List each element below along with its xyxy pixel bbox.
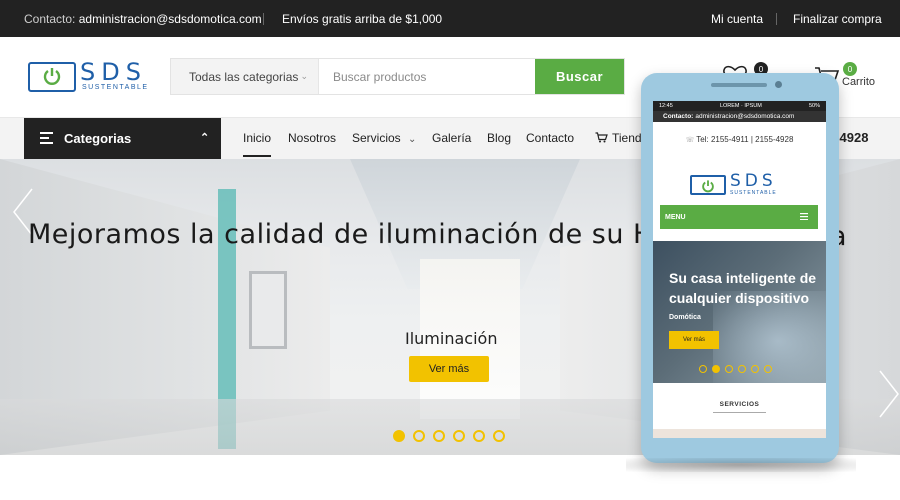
phone-mockup: 12:45 LOREM · IPSUM 50% Contacto: admini…	[626, 73, 856, 472]
slider-dot[interactable]	[453, 430, 465, 442]
nav-item-inicio[interactable]: Inicio	[243, 131, 272, 157]
mobile-slider-dots	[699, 365, 772, 373]
mobile-ver-mas-button[interactable]: Ver más	[669, 331, 719, 349]
category-select-value: Todas las categorias	[189, 69, 299, 84]
power-icon	[702, 180, 714, 193]
slider-dot[interactable]	[764, 365, 772, 373]
phone-shadow	[626, 458, 856, 472]
site-logo[interactable]: SDS SUSTENTABLE	[28, 58, 149, 94]
mobile-contact-bar: Contacto: administracion@sdsdomotica.com	[653, 111, 826, 122]
mobile-hero: Su casa inteligente de cualquier disposi…	[653, 241, 826, 383]
hero-background	[249, 271, 287, 349]
slider-dot[interactable]	[413, 430, 425, 442]
nav-item-blog[interactable]: Blog	[487, 131, 511, 145]
mobile-hero-line2: cualquier dispositivo	[669, 290, 810, 306]
slider-dot[interactable]	[712, 365, 720, 373]
mobile-hero-line1: Su casa inteligente de	[669, 270, 817, 286]
categories-label: Categorias	[64, 131, 132, 146]
slider-dot[interactable]	[433, 430, 445, 442]
topbar-divider	[263, 13, 264, 25]
slider-dot[interactable]	[725, 365, 733, 373]
contact-label: Contacto:	[24, 12, 76, 26]
hero-headline-text: Mejoramos la calidad de iluminación de s…	[28, 219, 654, 250]
checkout-link[interactable]: Finalizar compra	[793, 12, 882, 26]
slider-dot[interactable]	[751, 365, 759, 373]
hero-subtitle: Iluminación	[405, 329, 498, 348]
phone-camera	[775, 81, 782, 88]
chevron-down-icon: ⌄	[300, 71, 308, 81]
top-bar: Contacto: administracion@sdsdomotica.com…	[0, 0, 900, 37]
category-select[interactable]: Todas las categorias ⌄	[171, 59, 319, 94]
slider-dot[interactable]	[393, 430, 405, 442]
cart-icon	[595, 132, 608, 143]
nav-item-galeria[interactable]: Galería	[432, 131, 471, 145]
status-time: 12:45	[659, 103, 673, 109]
status-carriers: LOREM · IPSUM	[719, 103, 762, 109]
power-icon	[43, 68, 61, 85]
contact-email[interactable]: administracion@sdsdomotica.com	[79, 12, 262, 26]
mobile-status-bar: 12:45 LOREM · IPSUM 50%	[653, 101, 826, 111]
product-search: Todas las categorias ⌄ Buscar	[170, 58, 625, 95]
menu-icon	[800, 213, 808, 220]
categories-menu-button[interactable]: Categorias ⌃	[24, 118, 221, 160]
mobile-contact-label: Contacto:	[663, 113, 694, 120]
hero-ver-mas-button[interactable]: Ver más	[409, 356, 489, 382]
next-slide-arrow-icon[interactable]	[876, 369, 900, 419]
chevron-up-icon: ⌃	[200, 132, 210, 144]
slider-dot[interactable]	[473, 430, 485, 442]
mobile-content-preview	[653, 429, 826, 438]
topbar-divider	[776, 13, 777, 25]
section-divider	[713, 412, 766, 413]
mobile-menu-label: MENU	[665, 213, 686, 221]
slider-dots	[393, 430, 505, 442]
nav-item-servicios[interactable]: Servicios ⌄	[352, 131, 416, 145]
search-input[interactable]	[319, 59, 535, 94]
search-button[interactable]: Buscar	[535, 59, 624, 94]
logo-text: SDS	[730, 171, 777, 191]
my-account-link[interactable]: Mi cuenta	[711, 12, 763, 26]
nav-item-nosotros[interactable]: Nosotros	[288, 131, 336, 145]
free-shipping-notice: Envíos gratis arriba de $1,000	[282, 12, 443, 26]
logo-subtext: SUSTENTABLE	[730, 190, 777, 196]
chevron-down-icon: ⌄	[408, 134, 417, 145]
status-battery: 50%	[808, 103, 820, 109]
hero-headline: Mejoramos la calidad de iluminación de s…	[28, 219, 654, 250]
slider-dot[interactable]	[738, 365, 746, 373]
mobile-screen: 12:45 LOREM · IPSUM 50% Contacto: admini…	[653, 101, 826, 438]
menu-icon	[40, 132, 53, 144]
mobile-section-title: SERVICIOS	[719, 401, 760, 408]
logo-subtext: SUSTENTABLE	[82, 84, 149, 91]
logo-text: SDS	[80, 58, 147, 86]
slider-dot[interactable]	[493, 430, 505, 442]
mobile-logo[interactable]: SDS SUSTENTABLE	[690, 171, 790, 199]
topbar-contact: Contacto: administracion@sdsdomotica.com	[24, 12, 262, 26]
nav-item-servicios-label: Servicios	[352, 131, 401, 145]
mobile-tel: ☏ Tel: 2155-4911 | 2155-4928	[653, 135, 826, 144]
slider-dot[interactable]	[699, 365, 707, 373]
mobile-tel-text: Tel: 2155-4911 | 2155-4928	[696, 135, 794, 144]
cart-count-badge: 0	[843, 62, 857, 76]
nav-item-contacto[interactable]: Contacto	[526, 131, 574, 145]
cart-label[interactable]: Carrito	[842, 76, 875, 88]
phone-icon: ☏	[685, 137, 697, 144]
mobile-menu-button[interactable]: MENU	[660, 205, 818, 229]
mobile-contact-email[interactable]: administracion@sdsdomotica.com	[695, 113, 794, 120]
mobile-hero-tag: Domótica	[669, 314, 701, 321]
phone-speaker	[711, 83, 767, 87]
